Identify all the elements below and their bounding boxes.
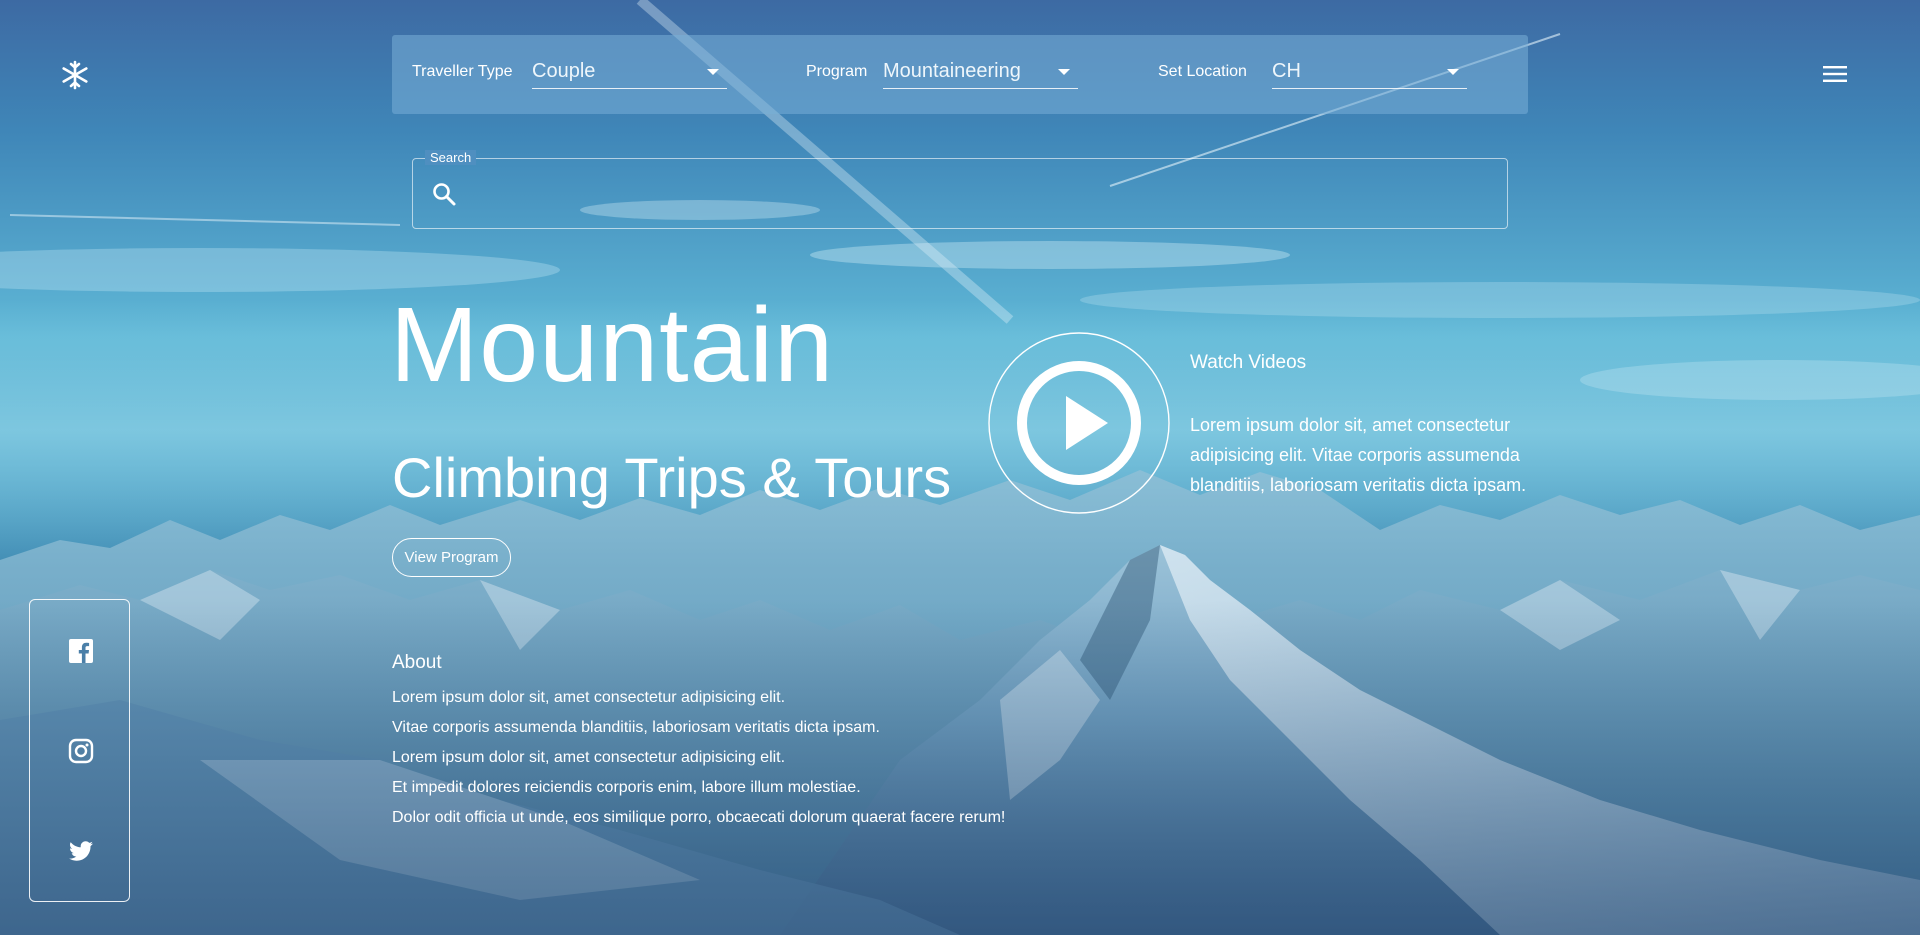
chevron-down-icon [707,69,719,75]
search-icon [431,181,457,207]
twitter-icon[interactable] [68,838,94,864]
chevron-down-icon [1447,69,1459,75]
program-select[interactable]: Mountaineering [883,57,1078,89]
about-line: Lorem ipsum dolor sit, amet consectetur … [392,689,786,706]
location-select[interactable]: CH [1272,57,1467,89]
view-program-button[interactable]: View Program [392,538,511,577]
social-links [29,599,130,902]
program-value: Mountaineering [883,60,1021,82]
hero-title: Mountain [390,286,835,404]
location-value: CH [1272,60,1301,82]
hamburger-menu-icon[interactable] [1823,64,1847,84]
hero-subtitle: Climbing Trips & Tours [392,446,952,509]
watch-videos-title: Watch Videos [1190,352,1307,373]
about-title: About [392,652,442,673]
search-label: Search [425,150,477,165]
video-description: Lorem ipsum dolor sit, amet consectetur … [1190,415,1527,495]
about-line: Lorem ipsum dolor sit, amet consectetur … [392,749,786,766]
about-line: Dolor odit officia ut unde, eos similiqu… [392,809,1006,826]
search-input[interactable]: Search [412,150,1508,229]
location-label: Set Location [1158,63,1247,80]
filter-bar: Traveller Type Couple Program Mountainee… [392,35,1528,114]
program-label: Program [806,63,868,80]
about-line: Et impedit dolores reiciendis corporis e… [392,779,861,796]
facebook-icon[interactable] [68,638,94,664]
about-text: Lorem ipsum dolor sit, amet consectetur … [392,683,1005,833]
traveller-type-select[interactable]: Couple [532,57,727,89]
chevron-down-icon [1058,69,1070,75]
traveller-type-value: Couple [532,60,596,82]
traveller-type-label: Traveller Type [412,63,513,80]
instagram-icon[interactable] [68,738,94,764]
play-circle-icon[interactable] [988,332,1170,514]
about-line: Vitae corporis assumenda blanditiis, lab… [392,719,880,736]
snowflake-icon[interactable] [60,60,90,90]
